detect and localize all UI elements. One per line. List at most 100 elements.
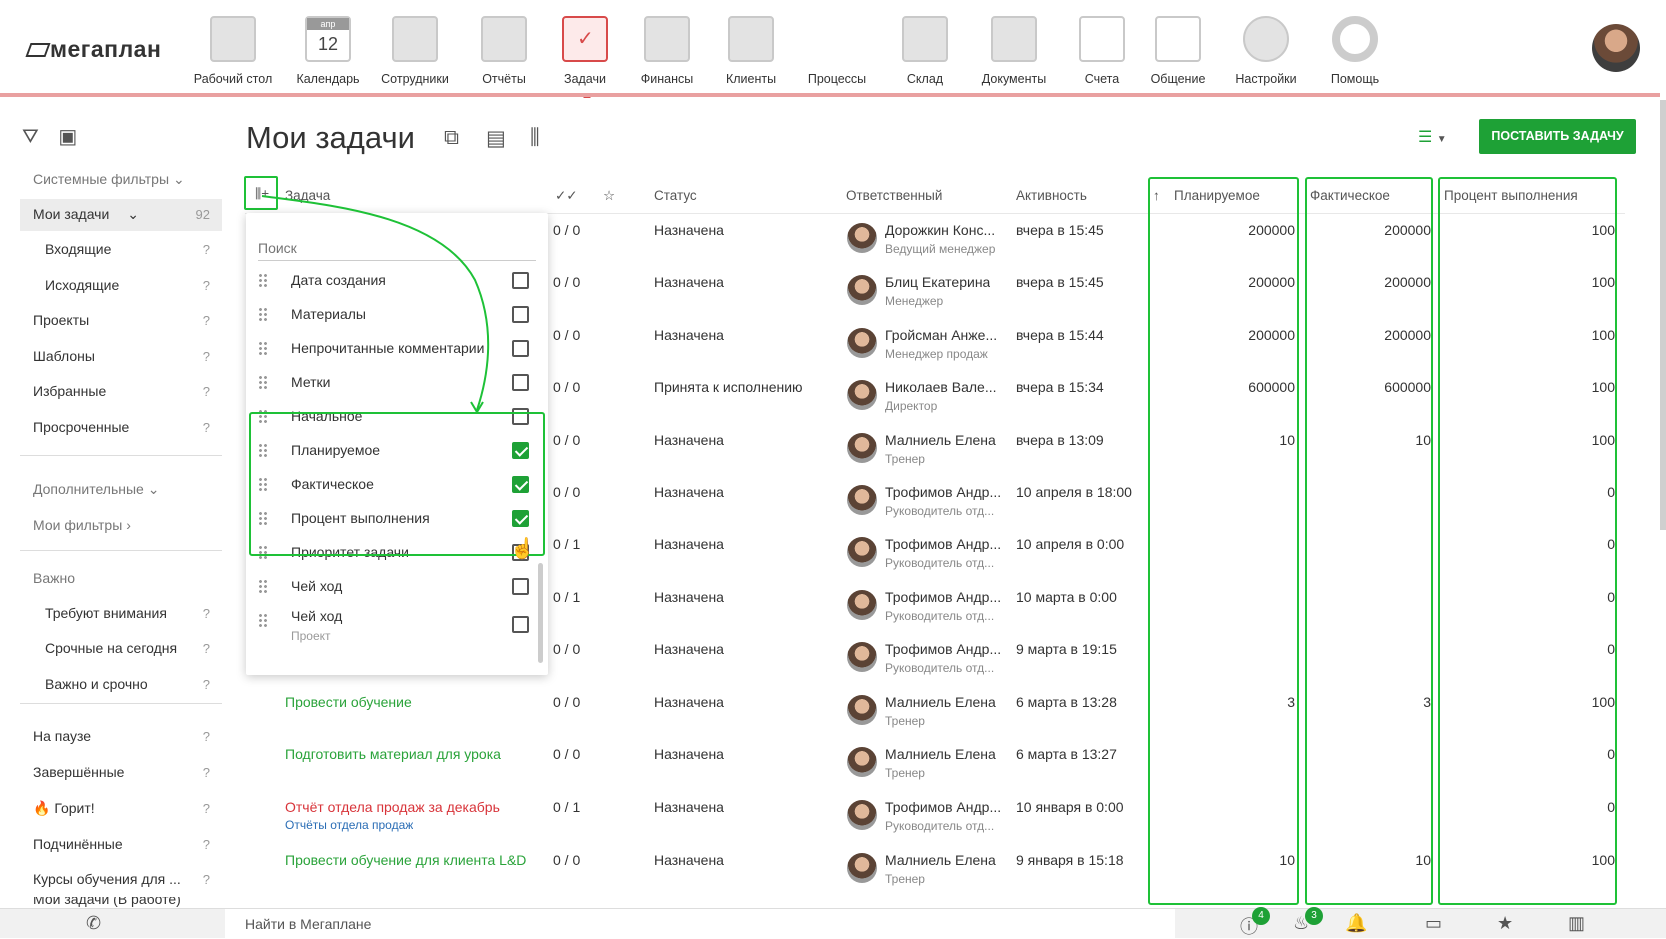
sidebar-item-paused[interactable]: На паузе?	[20, 721, 222, 753]
column-checkbox[interactable]	[512, 272, 529, 289]
responsible-name[interactable]: Малниель Елена	[885, 852, 996, 868]
avatar[interactable]	[847, 537, 877, 567]
bell-icon[interactable]: 🔔	[1345, 913, 1367, 934]
table-row[interactable]: Провести обучение для клиента L&D 0 / 0 …	[245, 843, 1625, 896]
avatar[interactable]	[847, 223, 877, 253]
avatar[interactable]	[847, 485, 877, 515]
avatar[interactable]	[847, 800, 877, 830]
nav-reports[interactable]: Отчёты	[459, 16, 549, 86]
responsible-name[interactable]: Малниель Елена	[885, 694, 996, 710]
sidebar-item-additional[interactable]: Дополнительные ⌄	[20, 474, 222, 506]
header-activity[interactable]: Активность	[1016, 188, 1087, 203]
nav-settings[interactable]: Настройки	[1221, 16, 1311, 86]
drag-handle-icon[interactable]	[258, 375, 268, 389]
responsible-name[interactable]: Трофимов Андр...	[885, 799, 1001, 815]
avatar[interactable]	[847, 695, 877, 725]
column-checkbox[interactable]	[512, 340, 529, 357]
columns-settings-icon[interactable]: ⫼	[530, 126, 540, 150]
page-scrollbar[interactable]	[1660, 100, 1666, 530]
responsible-name[interactable]: Трофимов Андр...	[885, 641, 1001, 657]
nav-chat[interactable]: Общение	[1133, 16, 1223, 86]
avatar[interactable]	[847, 642, 877, 672]
nav-clients[interactable]: Клиенты	[706, 16, 796, 86]
phone-icon[interactable]: ✆	[86, 913, 101, 934]
sidebar-item-templates[interactable]: Шаблоны?	[20, 341, 222, 373]
header-planned[interactable]: Планируемое	[1174, 188, 1260, 203]
sidebar-item-my-tasks-in-progress[interactable]: Мои задачи (В работе)	[20, 897, 222, 908]
task-link[interactable]: Провести обучение для клиента L&D	[285, 852, 526, 868]
avatar[interactable]	[847, 853, 877, 883]
drag-handle-icon[interactable]	[258, 579, 268, 593]
logo[interactable]: мегаплан	[25, 36, 161, 63]
sidebar-item-completed[interactable]: Завершённые?	[20, 757, 222, 789]
table-row[interactable]: Отчёт отдела продаж за декабрь Отчёты от…	[245, 790, 1625, 843]
responsible-name[interactable]: Дорожкин Конс...	[885, 222, 995, 238]
avatar[interactable]	[847, 747, 877, 777]
sidebar-item-courses[interactable]: Курсы обучения для ...?	[20, 864, 222, 896]
excel-icon[interactable]: ▤	[486, 126, 506, 151]
column-option[interactable]: Метки	[246, 365, 536, 399]
list-view-icon[interactable]: ☰ ▼	[1418, 127, 1447, 147]
sidebar-group-important[interactable]: Важно	[20, 563, 222, 595]
sidebar-item-projects[interactable]: Проекты?	[20, 305, 222, 337]
user-avatar[interactable]	[1592, 24, 1640, 72]
sidebar-item-system-filters[interactable]: Системные фильтры ⌄	[20, 164, 222, 196]
sidebar-item-favorites[interactable]: Избранные?	[20, 376, 222, 408]
sidebar-item-urgent-today[interactable]: Срочные на сегодня?	[20, 633, 222, 665]
header-percent[interactable]: Процент выполнения	[1444, 188, 1578, 203]
header-status[interactable]: Статус	[654, 188, 697, 203]
column-option[interactable]: Чей ход	[246, 569, 536, 603]
fire-icon[interactable]: ♨ 3	[1293, 907, 1323, 934]
column-option[interactable]: Непрочитанные комментарии	[246, 331, 536, 365]
header-responsible[interactable]: Ответственный	[846, 188, 942, 203]
table-row[interactable]: Подготовить материал для урока 0 / 0 Наз…	[245, 737, 1625, 790]
favorites-star-icon[interactable]: ★	[1497, 913, 1513, 934]
sidebar-item-overdue[interactable]: Просроченные?	[20, 412, 222, 444]
filter-add-icon[interactable]: ⛛	[22, 126, 39, 148]
alert-icon[interactable]: ⓘ 4	[1240, 907, 1270, 939]
task-link[interactable]: Провести обучение	[285, 694, 412, 710]
nav-calendar[interactable]: апр 12 Календарь	[283, 16, 373, 86]
dropdown-scrollbar[interactable]	[538, 563, 543, 663]
drag-handle-icon[interactable]	[258, 307, 268, 321]
responsible-name[interactable]: Николаев Вале...	[885, 379, 997, 395]
nav-warehouse[interactable]: Склад	[880, 16, 970, 86]
nav-tasks[interactable]: ✓ Задачи	[540, 16, 630, 98]
avatar[interactable]	[847, 328, 877, 358]
sidebar-item-outgoing[interactable]: Исходящие?	[20, 270, 222, 302]
nav-processes[interactable]: Процессы	[792, 16, 882, 86]
folder-add-icon[interactable]: ▣	[58, 126, 77, 148]
column-option[interactable]: Чей ход Проект	[246, 603, 536, 647]
responsible-name[interactable]: Малниель Елена	[885, 432, 996, 448]
nav-help[interactable]: Помощь	[1310, 16, 1400, 86]
nav-documents[interactable]: Документы	[969, 16, 1059, 86]
column-checkbox[interactable]	[512, 374, 529, 391]
header-actual[interactable]: Фактическое	[1310, 188, 1390, 203]
task-link[interactable]: Отчёт отдела продаж за декабрь	[285, 799, 500, 815]
sidebar-item-burning[interactable]: 🔥 Горит!?	[20, 793, 222, 825]
sidebar-item-my-filters[interactable]: Мои фильтры ›	[20, 510, 222, 542]
task-link[interactable]: Подготовить материал для урока	[285, 746, 501, 762]
column-option[interactable]: Дата создания	[246, 263, 536, 297]
responsible-name[interactable]: Гройсман Анже...	[885, 327, 997, 343]
column-checkbox[interactable]	[512, 306, 529, 323]
header-task[interactable]: Задача	[285, 188, 330, 203]
copy-icon[interactable]: ⧉	[444, 126, 459, 150]
nav-desktop[interactable]: Рабочий стол	[188, 16, 278, 86]
column-search-input[interactable]	[258, 235, 536, 261]
sort-asc-icon[interactable]: ↑	[1153, 188, 1160, 203]
star-icon[interactable]: ☆	[603, 188, 615, 204]
avatar[interactable]	[847, 275, 877, 305]
book-icon[interactable]: ▥	[1568, 913, 1585, 934]
responsible-name[interactable]: Малниель Елена	[885, 746, 996, 762]
message-icon[interactable]: ▭	[1425, 913, 1442, 934]
responsible-name[interactable]: Трофимов Андр...	[885, 484, 1001, 500]
responsible-name[interactable]: Трофимов Андр...	[885, 589, 1001, 605]
responsible-name[interactable]: Блиц Екатерина	[885, 274, 990, 290]
global-search[interactable]: Найти в Мегаплане	[225, 909, 1175, 939]
sidebar-item-my-tasks[interactable]: Мои задачи ⌄ 92	[20, 199, 222, 231]
drag-handle-icon[interactable]	[258, 341, 268, 355]
drag-handle-icon[interactable]	[258, 613, 268, 627]
avatar[interactable]	[847, 433, 877, 463]
sidebar-item-subordinates[interactable]: Подчинённые?	[20, 829, 222, 861]
